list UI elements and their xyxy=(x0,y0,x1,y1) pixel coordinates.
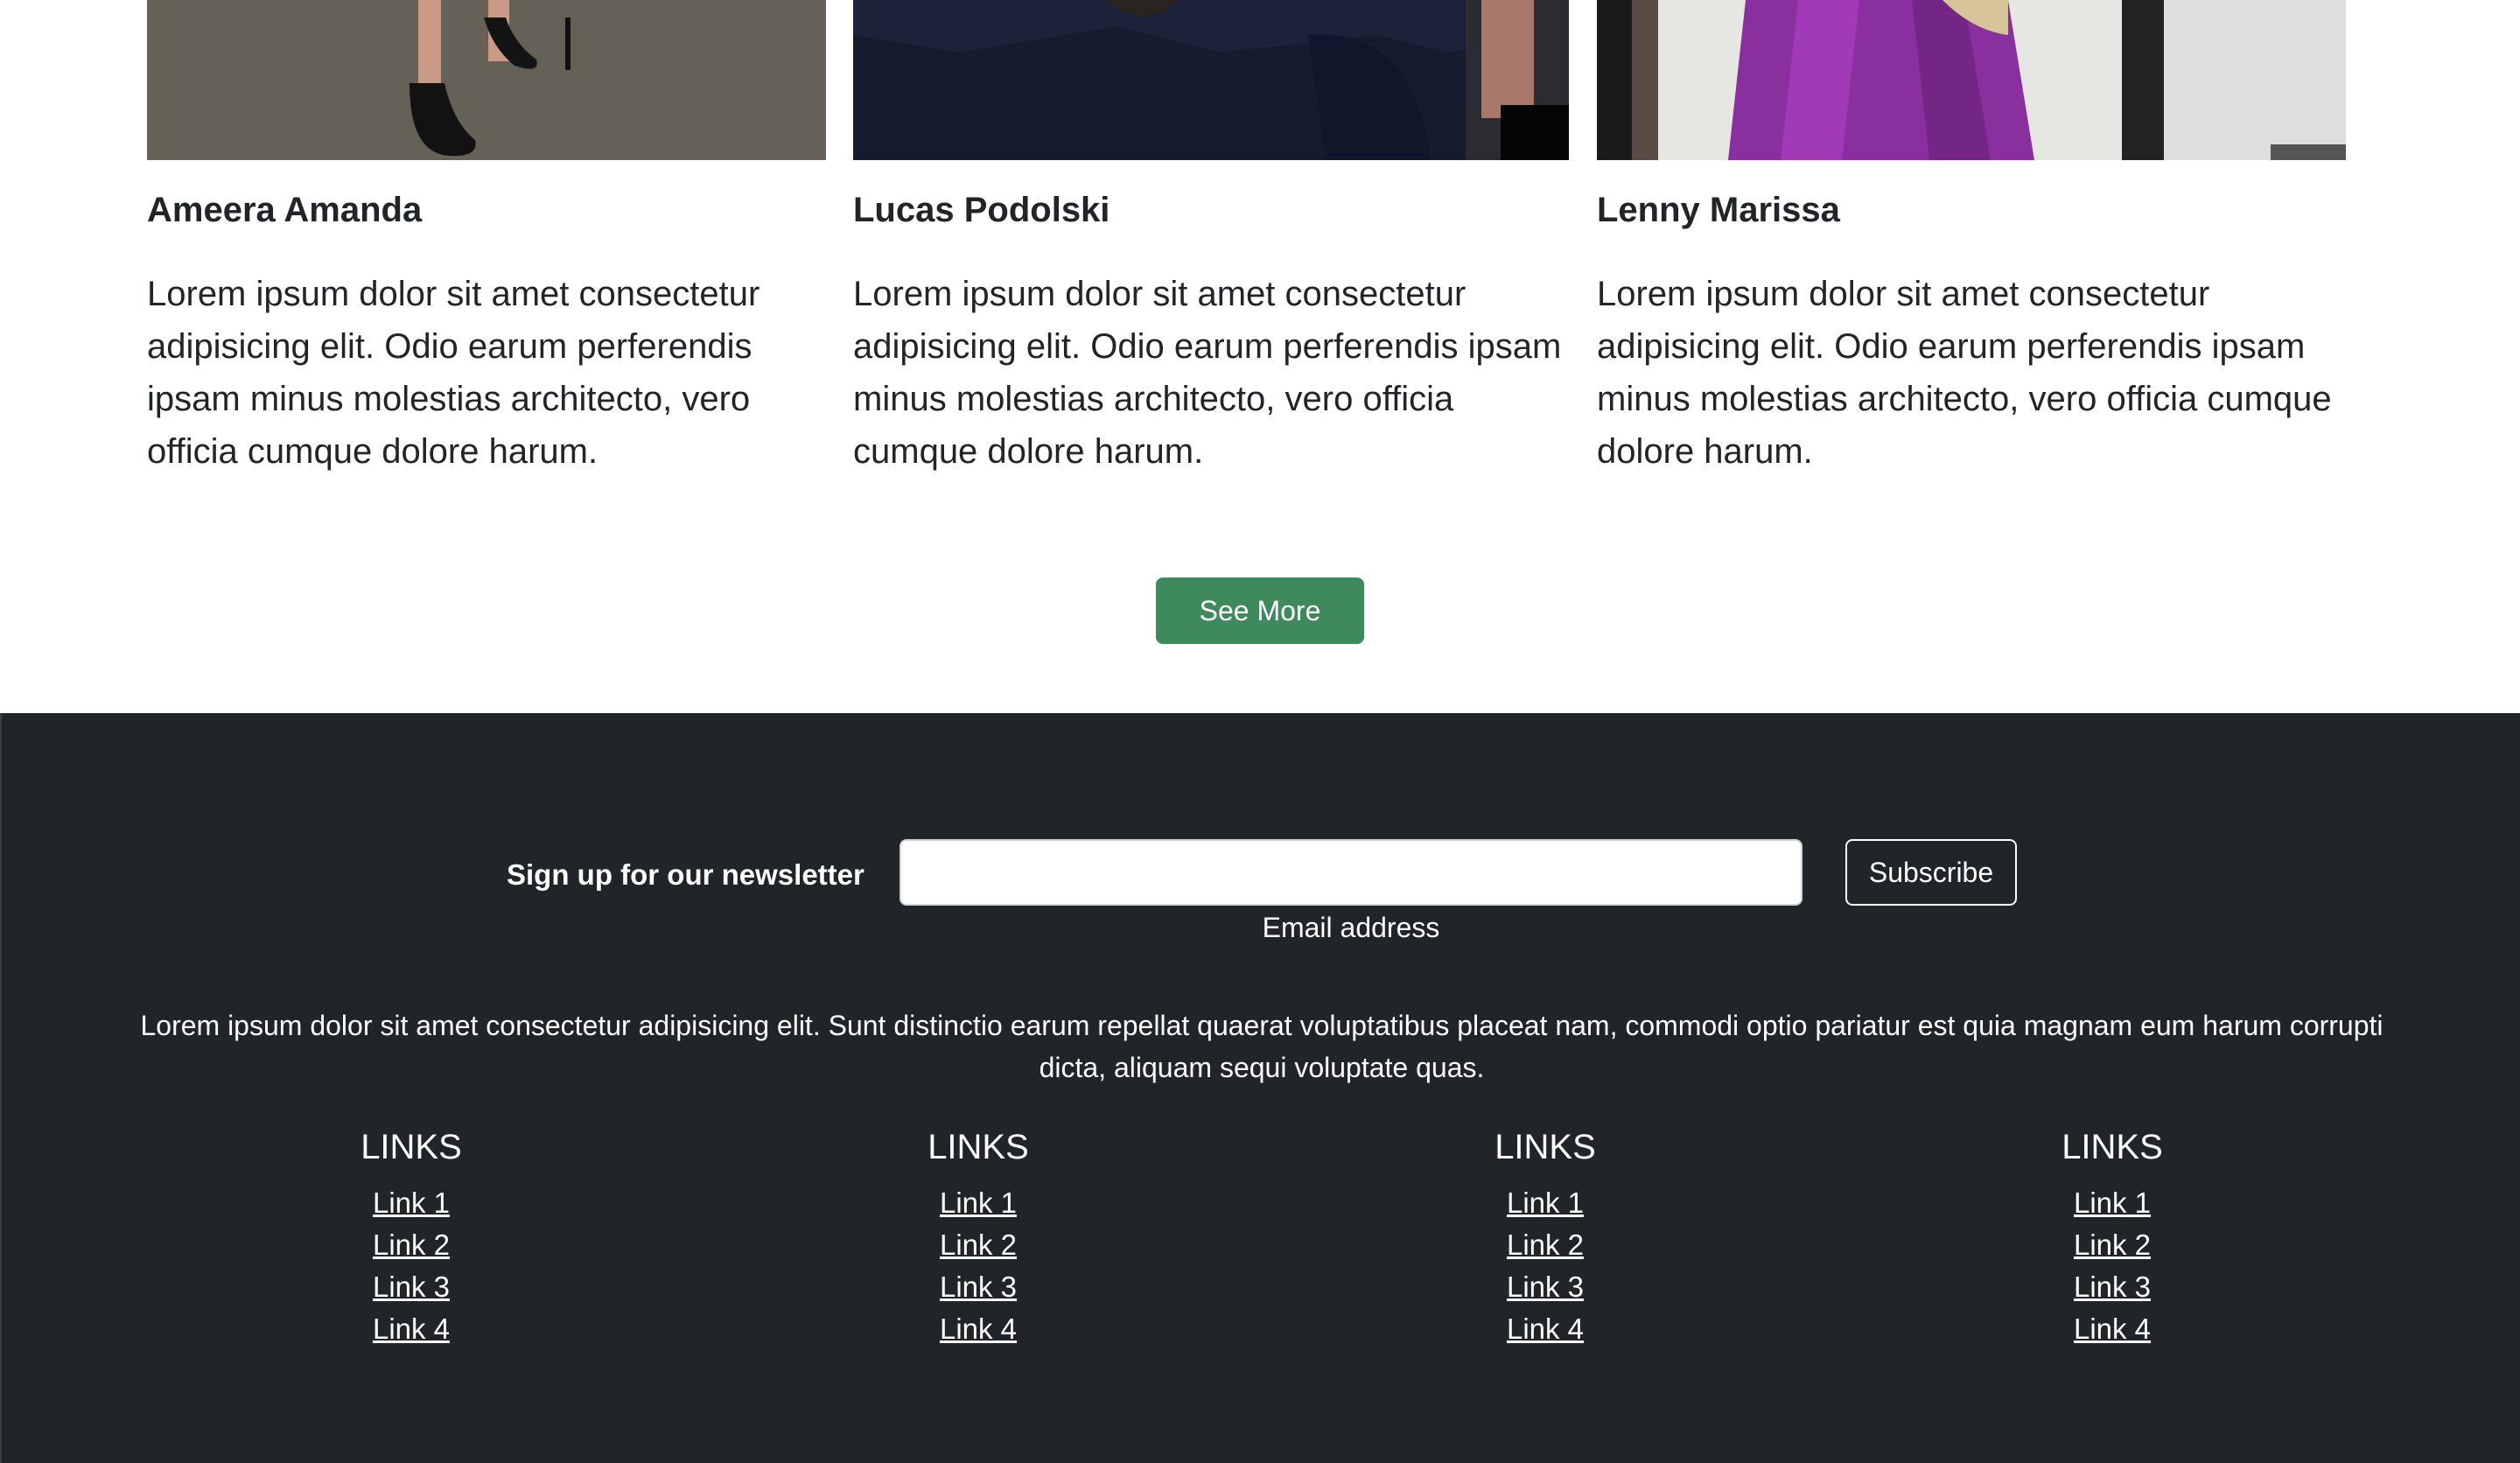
links-list: Link 1 Link 2 Link 3 Link 4 xyxy=(1981,1182,2244,1350)
team-member-photo xyxy=(853,0,1569,160)
footer-link[interactable]: Link 3 xyxy=(940,1270,1017,1303)
footer-link[interactable]: Link 1 xyxy=(1507,1186,1584,1219)
team-member-name: Lenny Marissa xyxy=(1597,191,1840,229)
team-member-name: Lucas Podolski xyxy=(853,191,1110,229)
team-member-bio: Lorem ipsum dolor sit amet consectetur a… xyxy=(853,275,1562,471)
footer-link[interactable]: Link 4 xyxy=(2074,1312,2151,1345)
footer-link[interactable]: Link 4 xyxy=(940,1312,1017,1345)
footer-link[interactable]: Link 4 xyxy=(373,1312,450,1345)
links-list: Link 1 Link 2 Link 3 Link 4 xyxy=(280,1182,542,1350)
footer-links-column: LINKS Link 1 Link 2 Link 3 Link 4 xyxy=(847,1126,1110,1350)
team-member-name: Ameera Amanda xyxy=(147,191,423,229)
links-heading: LINKS xyxy=(360,1128,462,1166)
footer-description: Lorem ipsum dolor sit amet consectetur a… xyxy=(140,1010,2384,1083)
photo-navy-trousers-image xyxy=(853,0,1569,160)
footer-link[interactable]: Link 3 xyxy=(2074,1270,2151,1303)
footer-link[interactable]: Link 3 xyxy=(373,1270,450,1303)
footer-links-column: LINKS Link 1 Link 2 Link 3 Link 4 xyxy=(1414,1126,1676,1350)
footer-link[interactable]: Link 2 xyxy=(373,1228,450,1261)
photo-heels-image xyxy=(147,0,826,160)
footer-links-column: LINKS Link 1 Link 2 Link 3 Link 4 xyxy=(280,1126,542,1350)
team-member-photo xyxy=(147,0,826,160)
footer-link[interactable]: Link 1 xyxy=(373,1186,450,1219)
footer-link[interactable]: Link 4 xyxy=(1507,1312,1584,1345)
footer-link[interactable]: Link 1 xyxy=(940,1186,1017,1219)
footer-link[interactable]: Link 1 xyxy=(2074,1186,2151,1219)
see-more-button[interactable]: See More xyxy=(1156,578,1364,644)
footer-link[interactable]: Link 2 xyxy=(940,1228,1017,1261)
links-heading: LINKS xyxy=(1494,1128,1596,1166)
newsletter-label: Sign up for our newsletter xyxy=(507,858,864,891)
email-input[interactable] xyxy=(900,839,1802,906)
footer-links-column: LINKS Link 1 Link 2 Link 3 Link 4 xyxy=(1981,1126,2244,1350)
links-list: Link 1 Link 2 Link 3 Link 4 xyxy=(1414,1182,1676,1350)
site-footer: Sign up for our newsletter Email address… xyxy=(0,713,2520,1463)
footer-link[interactable]: Link 2 xyxy=(2074,1228,2151,1261)
team-section: Ameera Amanda Lorem ipsum dolor sit amet… xyxy=(0,0,2520,713)
links-heading: LINKS xyxy=(928,1128,1029,1166)
footer-link[interactable]: Link 2 xyxy=(1507,1228,1584,1261)
team-member-bio: Lorem ipsum dolor sit amet consectetur a… xyxy=(1597,275,2332,471)
team-member-photo xyxy=(1597,0,2346,160)
photo-purple-dress-image xyxy=(1597,0,2346,160)
team-member-bio: Lorem ipsum dolor sit amet consectetur a… xyxy=(147,275,760,471)
links-list: Link 1 Link 2 Link 3 Link 4 xyxy=(847,1182,1110,1350)
footer-link[interactable]: Link 3 xyxy=(1507,1270,1584,1303)
links-heading: LINKS xyxy=(2062,1128,2163,1166)
subscribe-button[interactable]: Subscribe xyxy=(1845,839,2017,906)
email-help-text: Email address xyxy=(1262,912,1440,943)
